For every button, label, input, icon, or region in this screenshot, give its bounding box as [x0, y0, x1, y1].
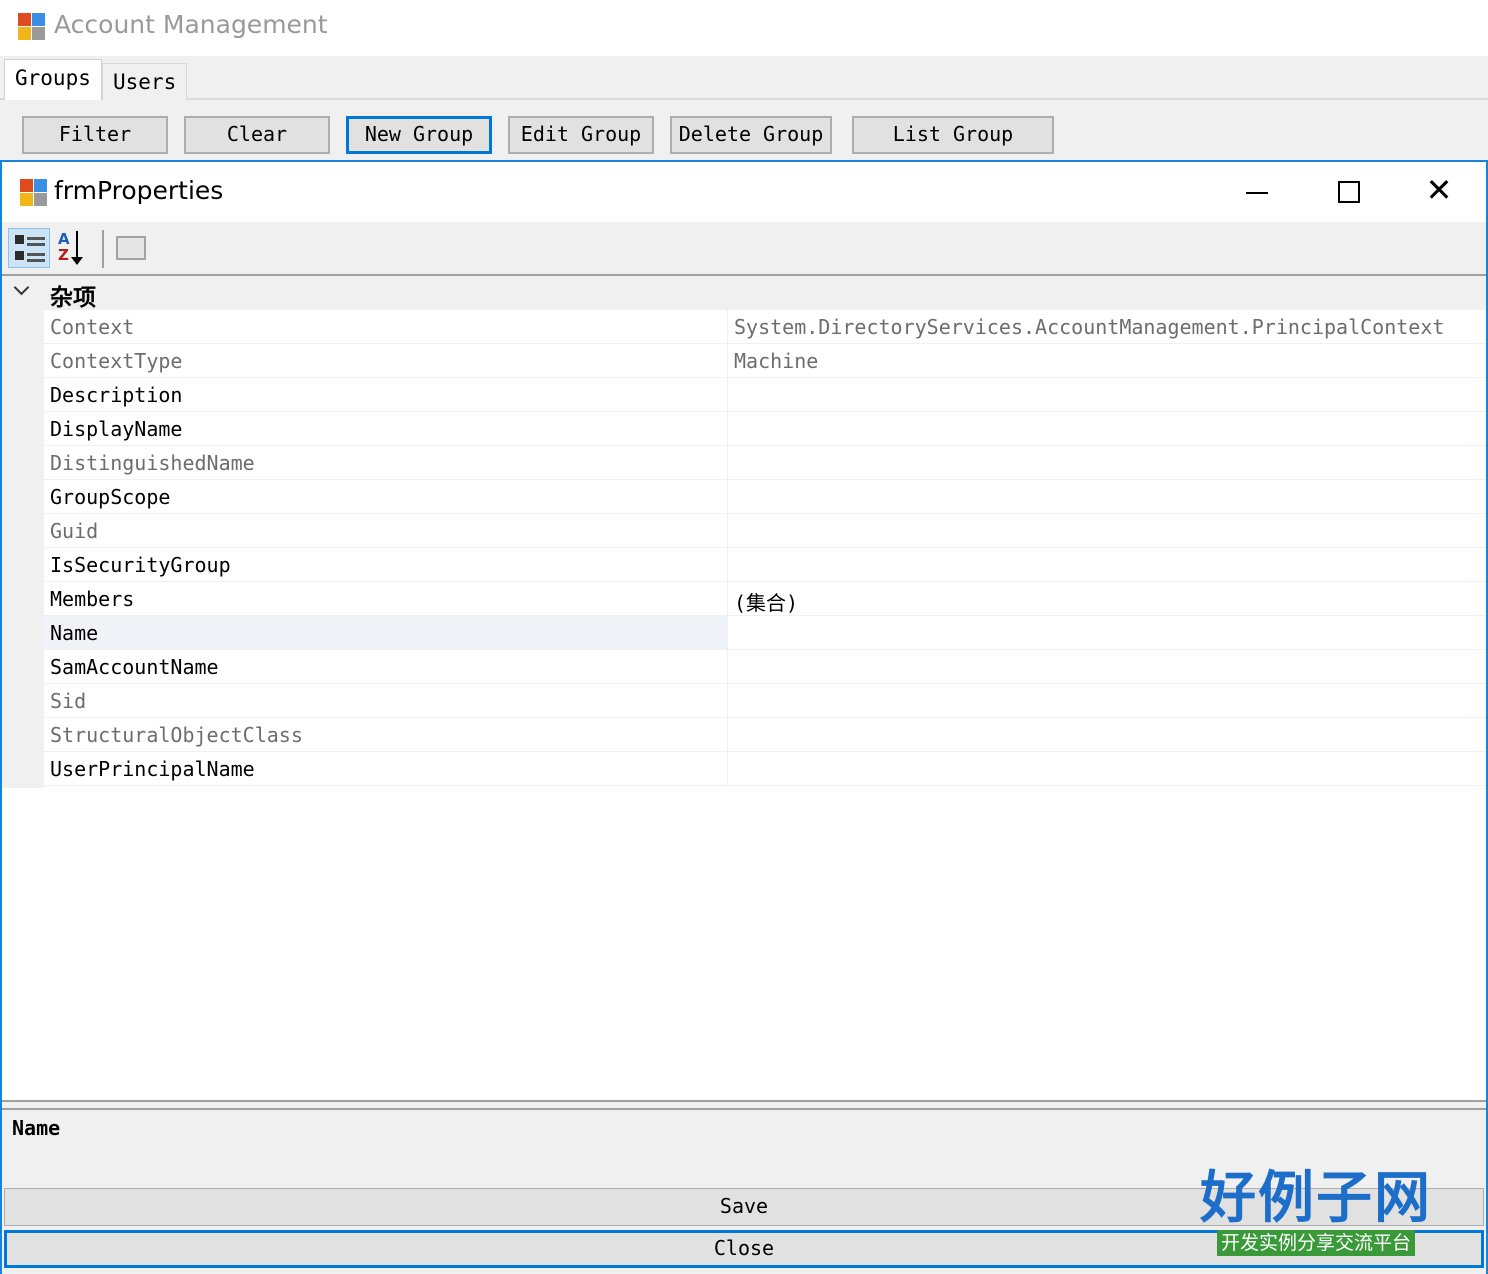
property-row-name[interactable]: Name [44, 616, 1486, 650]
property-name: DisplayName [44, 412, 728, 445]
property-value[interactable] [730, 514, 1486, 547]
property-row-samaccountname[interactable]: SamAccountName [44, 650, 1486, 684]
tab-strip: Groups Users [0, 58, 1488, 101]
watermark-logo: 好例子网 开发实例分享交流平台 [1192, 1166, 1440, 1256]
property-value[interactable] [730, 480, 1486, 513]
list-group-button[interactable]: List Group [852, 116, 1054, 154]
grid-gutter [2, 276, 44, 788]
clear-button[interactable]: Clear [184, 116, 330, 154]
property-name: UserPrincipalName [44, 752, 728, 785]
property-name: GroupScope [44, 480, 728, 513]
filter-button[interactable]: Filter [22, 116, 168, 154]
property-row-members[interactable]: Members (集合) [44, 582, 1486, 616]
inner-window-title: frmProperties [54, 176, 224, 205]
property-name: Members [44, 582, 728, 615]
property-value[interactable] [730, 684, 1486, 717]
property-name: DistinguishedName [44, 446, 728, 479]
property-row-guid[interactable]: Guid [44, 514, 1486, 548]
property-name: Guid [44, 514, 728, 547]
property-value[interactable] [730, 412, 1486, 445]
properties-window: frmProperties ✕ A Z 杂项 Context System.Di… [0, 160, 1488, 1274]
outer-window-title: Account Management [54, 10, 328, 39]
chevron-down-icon[interactable] [14, 282, 30, 298]
property-value[interactable]: (集合) [730, 582, 1486, 615]
property-name: SamAccountName [44, 650, 728, 683]
property-row-structuralobjectclass[interactable]: StructuralObjectClass [44, 718, 1486, 752]
property-value[interactable] [730, 548, 1486, 581]
property-value[interactable]: System.DirectoryServices.AccountManageme… [730, 310, 1486, 343]
description-title: Name [12, 1116, 61, 1140]
edit-group-button[interactable]: Edit Group [508, 116, 654, 154]
property-row-contexttype[interactable]: ContextType Machine [44, 344, 1486, 378]
property-value[interactable] [730, 752, 1486, 785]
groups-toolbar: Filter Clear New Group Edit Group Delete… [0, 100, 1488, 160]
property-name: ContextType [44, 344, 728, 377]
delete-group-button[interactable]: Delete Group [670, 116, 832, 154]
categorized-icon[interactable] [8, 228, 50, 268]
property-value[interactable] [730, 718, 1486, 751]
outer-title-bar: Account Management [0, 0, 1488, 56]
maximize-icon[interactable] [1324, 172, 1370, 212]
property-row-sid[interactable]: Sid [44, 684, 1486, 718]
property-name: IsSecurityGroup [44, 548, 728, 581]
property-row-description[interactable]: Description [44, 378, 1486, 412]
property-row-context[interactable]: Context System.DirectoryServices.Account… [44, 310, 1486, 344]
minimize-icon[interactable] [1234, 172, 1280, 212]
property-row-issecuritygroup[interactable]: IsSecurityGroup [44, 548, 1486, 582]
alphabetical-sort-icon[interactable]: A Z [54, 228, 96, 268]
property-value[interactable]: Machine [730, 344, 1486, 377]
property-grid-toolbar: A Z [2, 222, 1486, 276]
property-grid: 杂项 Context System.DirectoryServices.Acco… [2, 276, 1486, 1102]
property-value[interactable] [730, 650, 1486, 683]
property-row-distinguishedname[interactable]: DistinguishedName [44, 446, 1486, 480]
property-name: Sid [44, 684, 728, 717]
new-group-button[interactable]: New Group [346, 116, 492, 154]
property-value[interactable] [730, 446, 1486, 479]
property-name: StructuralObjectClass [44, 718, 728, 751]
property-value[interactable] [730, 616, 1486, 649]
watermark-logo-tagline: 开发实例分享交流平台 [1216, 1230, 1415, 1256]
close-icon[interactable]: ✕ [1416, 172, 1462, 212]
property-row-groupscope[interactable]: GroupScope [44, 480, 1486, 514]
property-pages-icon [110, 228, 152, 268]
category-header[interactable]: 杂项 [2, 276, 1486, 311]
tab-users[interactable]: Users [102, 63, 188, 101]
tab-groups[interactable]: Groups [4, 59, 102, 100]
property-name: Description [44, 378, 728, 411]
property-row-userprincipalname[interactable]: UserPrincipalName [44, 752, 1486, 786]
property-name: Context [44, 310, 728, 343]
property-row-displayname[interactable]: DisplayName [44, 412, 1486, 446]
inner-title-bar: frmProperties ✕ [2, 162, 1486, 222]
toolbar-separator [102, 230, 104, 268]
window-icon [20, 179, 48, 207]
category-label: 杂项 [50, 285, 96, 311]
watermark-logo-title: 好例子网 [1200, 1165, 1432, 1231]
property-name: Name [44, 616, 728, 649]
app-icon [18, 13, 46, 41]
property-value[interactable] [730, 378, 1486, 411]
